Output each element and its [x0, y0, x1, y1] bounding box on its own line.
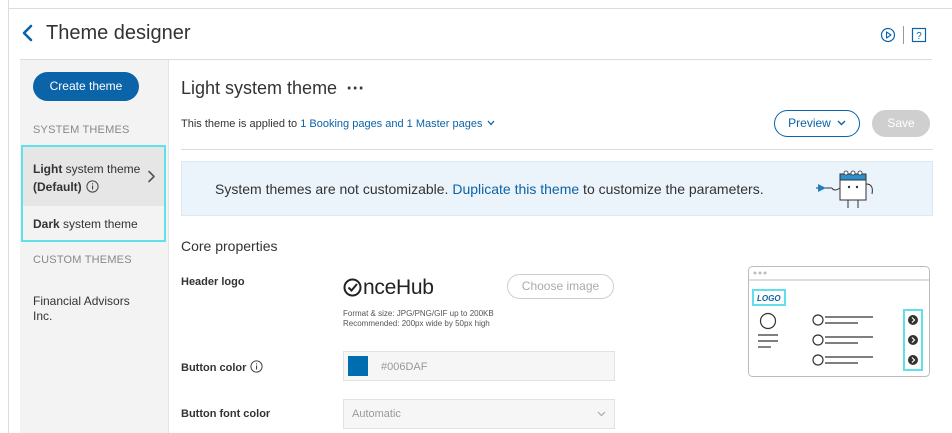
header-logo-label: Header logo [181, 276, 245, 288]
button-color-label-text: Button color [181, 362, 247, 374]
choose-image-button[interactable]: Choose image [507, 274, 614, 299]
logo-format-hint: Format & size: JPG/PNG/GIF up to 200KB R… [343, 309, 494, 329]
svg-text:?: ? [916, 31, 922, 42]
button-font-color-value: Automatic [352, 408, 401, 420]
back-chevron-icon[interactable] [20, 22, 36, 44]
chevron-down-icon [837, 120, 846, 126]
button-color-swatch[interactable] [348, 356, 368, 376]
button-color-label: Button color [181, 360, 263, 374]
duplicate-theme-link[interactable]: Duplicate this theme [452, 181, 579, 197]
applied-to-text: This theme is applied to 1 Booking pages… [181, 118, 495, 130]
sidebar [20, 60, 168, 433]
frame-border-top [8, 8, 952, 9]
help-icon[interactable]: ? [911, 27, 927, 43]
format-line-1: Format & size: JPG/PNG/GIF up to 200KB [343, 309, 494, 318]
preview-button[interactable]: Preview [774, 110, 860, 137]
button-color-value: #006DAF [381, 361, 428, 373]
banner-illustration-icon [816, 170, 873, 208]
create-theme-button[interactable]: Create theme [33, 72, 139, 101]
custom-themes-heading: CUSTOM THEMES [33, 254, 132, 266]
applied-prefix: This theme is applied to [181, 118, 301, 130]
theme-title-text: Light system theme [181, 78, 338, 98]
oncehub-logo: nceHub [343, 276, 434, 300]
header-divider [903, 26, 904, 44]
chevron-down-icon [597, 411, 606, 417]
save-button[interactable]: Save [872, 110, 930, 137]
system-themes-heading: SYSTEM THEMES [33, 124, 130, 136]
button-font-color-label: Button font color [181, 408, 271, 420]
banner-text-before: System themes are not customizable. [215, 181, 453, 197]
logo-text: nceHub [363, 276, 434, 299]
core-properties-title: Core properties [181, 238, 278, 254]
applied-pages-link[interactable]: 1 Booking pages and 1 Master pages [300, 118, 482, 130]
theme-title: Light system theme ⋯ [181, 78, 364, 99]
preview-label: Preview [788, 116, 831, 130]
frame-border-left [8, 0, 9, 433]
play-icon[interactable] [880, 27, 896, 43]
more-options-icon[interactable]: ⋯ [346, 78, 364, 98]
banner-text-after: to customize the parameters. [579, 181, 764, 197]
sidebar-border [168, 60, 169, 433]
main-divider [181, 149, 933, 150]
format-line-2: Recommended: 200px wide by 50px high [343, 319, 490, 328]
theme-preview-diagram: LOGO [748, 266, 930, 377]
banner-message: System themes are not customizable. Dupl… [215, 181, 764, 197]
info-icon[interactable] [250, 360, 263, 373]
preview-logo-label: LOGO [757, 294, 781, 303]
chevron-down-icon[interactable] [487, 120, 495, 126]
sidebar-item-financial-advisors[interactable]: Financial Advisors Inc. [33, 294, 143, 324]
page-title: Theme designer [46, 22, 191, 44]
system-themes-highlight [21, 145, 166, 242]
oncehub-logo-icon [343, 278, 362, 297]
